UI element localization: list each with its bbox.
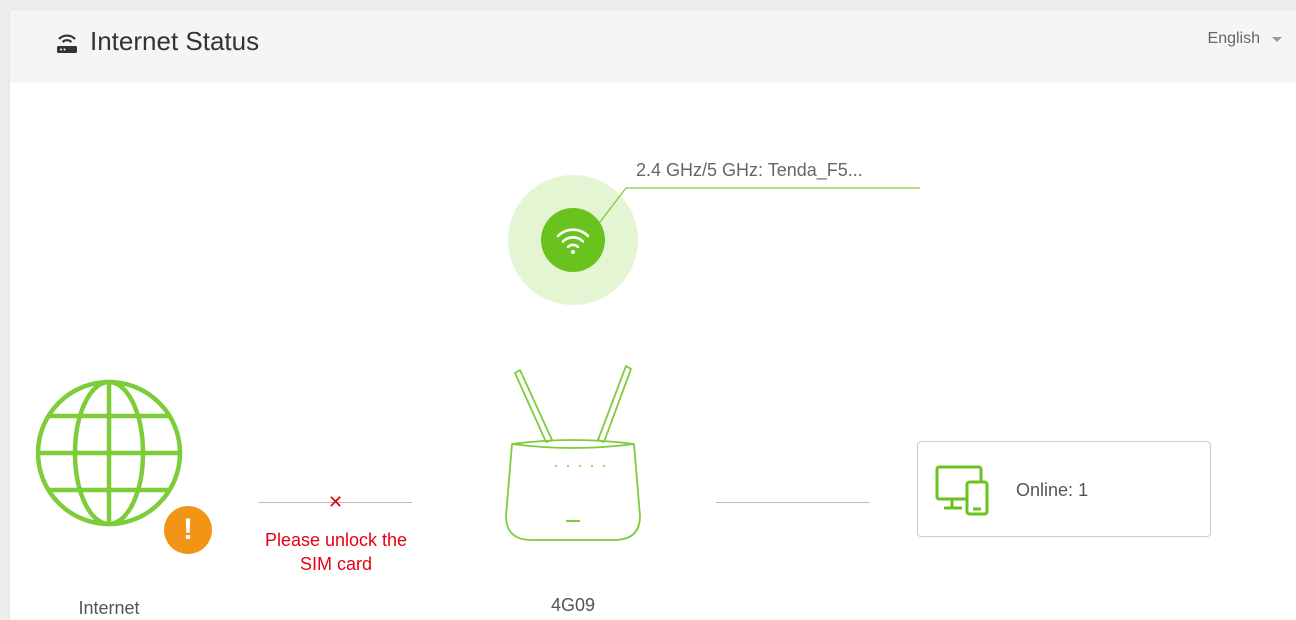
online-count: 1 [1078,480,1089,500]
language-label: English [1207,30,1260,47]
router-device-icon[interactable] [498,362,648,548]
wifi-button[interactable] [541,208,605,272]
sim-error-message: Please unlock the SIM card [246,528,426,576]
sim-error-line2: SIM card [299,554,373,574]
wifi-ssid-label[interactable]: 2.4 GHz/5 GHz: Tenda_F5... [636,160,863,181]
online-count-label: Online: 1 [1016,480,1088,501]
globe-icon[interactable] [34,378,184,528]
ssid-connector-line [590,187,920,236]
page-title: Internet Status [54,26,259,57]
devices-icon [935,465,989,516]
sim-error-line1: Please unlock the [264,530,408,550]
page-header: Internet Status English [10,10,1296,83]
router-label: 4G09 [550,595,596,615]
router-icon [57,34,77,53]
online-clients-card[interactable]: Online: 1 [917,441,1211,537]
client-link-line [716,502,870,503]
language-selector[interactable]: English [1208,30,1282,48]
online-label: Online: [1016,480,1074,500]
warning-icon: ! [164,506,212,554]
page-title-text: Internet Status [90,26,260,56]
wifi-icon [556,228,590,254]
internet-label: Internet [78,598,140,618]
caret-down-icon [1272,36,1282,42]
disconnected-x-icon: ✕ [328,492,344,512]
main-panel: Internet Status English 2.4 GHz/5 GHz: T… [10,10,1296,620]
